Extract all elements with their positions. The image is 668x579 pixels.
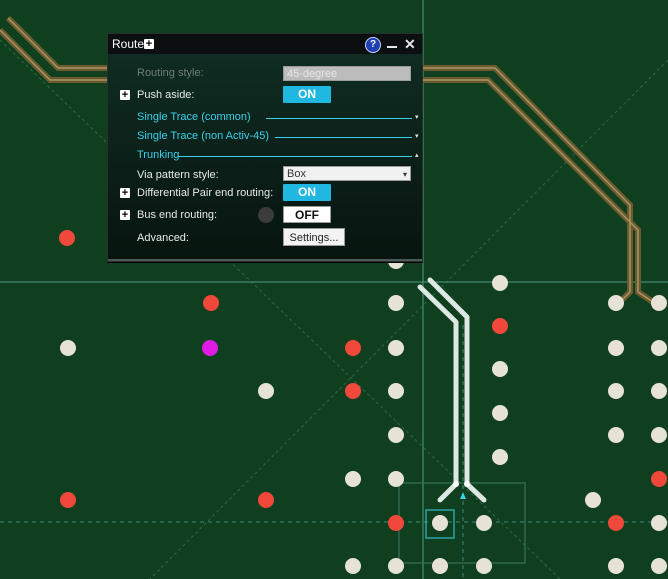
pad[interactable] — [202, 340, 218, 356]
expand-plus-icon[interactable]: + — [144, 39, 154, 50]
pad[interactable] — [492, 275, 508, 291]
panel-bottom-bar — [108, 259, 422, 261]
pad[interactable] — [345, 383, 361, 399]
bus-end-toggle[interactable]: OFF — [283, 206, 331, 223]
pad[interactable] — [651, 295, 667, 311]
pad[interactable] — [476, 558, 492, 574]
via-pattern-select[interactable]: Box ▾ — [283, 166, 411, 181]
pad[interactable] — [651, 558, 667, 574]
pad[interactable] — [585, 492, 601, 508]
diff-pair-toggle[interactable]: ON — [283, 184, 331, 201]
advanced-label: Advanced: — [137, 232, 189, 244]
panel-titlebar[interactable]: Route + ? ✕ — [108, 34, 422, 54]
pad[interactable] — [492, 405, 508, 421]
pad[interactable] — [608, 295, 624, 311]
pad[interactable] — [432, 558, 448, 574]
pad[interactable] — [388, 383, 404, 399]
pad[interactable] — [492, 449, 508, 465]
push-aside-label: Push aside: — [137, 89, 195, 101]
section-divider — [275, 137, 412, 138]
pad[interactable] — [476, 515, 492, 531]
minimize-icon[interactable] — [387, 46, 397, 48]
pad[interactable] — [388, 515, 404, 531]
push-aside-expand-icon[interactable]: + — [120, 90, 130, 101]
chevron-down-icon[interactable]: ▾ — [415, 132, 419, 140]
trace-vertex — [453, 481, 459, 487]
pad[interactable] — [608, 340, 624, 356]
pad[interactable] — [608, 558, 624, 574]
pad[interactable] — [651, 515, 667, 531]
bus-end-label: Bus end routing: — [137, 209, 218, 221]
pad[interactable] — [60, 340, 76, 356]
chevron-down-icon[interactable]: ▾ — [415, 113, 419, 121]
close-icon[interactable]: ✕ — [404, 36, 416, 53]
pad[interactable] — [345, 340, 361, 356]
settings-button[interactable]: Settings... — [283, 228, 345, 246]
help-icon[interactable]: ? — [365, 37, 381, 53]
pad[interactable] — [345, 558, 361, 574]
pad[interactable] — [258, 383, 274, 399]
diff-pair-expand-icon[interactable]: + — [120, 188, 130, 199]
pad[interactable] — [432, 515, 448, 531]
section-trunking[interactable]: Trunking — [137, 149, 179, 161]
route-panel: Route + ? ✕ Routing style: 45-degree + P… — [107, 33, 423, 262]
chevron-up-icon[interactable]: ▴ — [415, 151, 419, 159]
section-divider — [266, 118, 412, 119]
pad[interactable] — [388, 295, 404, 311]
section-single-trace-common[interactable]: Single Trace (common) — [137, 111, 251, 123]
via-pattern-value: Box — [287, 168, 306, 180]
panel-title: Route — [112, 37, 145, 51]
bus-end-expand-icon[interactable]: + — [120, 210, 130, 221]
pad[interactable] — [388, 340, 404, 356]
pad[interactable] — [651, 471, 667, 487]
mouse-cursor-icon — [258, 207, 274, 223]
pad[interactable] — [608, 427, 624, 443]
pad[interactable] — [651, 427, 667, 443]
pad[interactable] — [492, 361, 508, 377]
pad[interactable] — [608, 383, 624, 399]
routing-style-field[interactable]: 45-degree — [283, 66, 411, 81]
pad[interactable] — [60, 492, 76, 508]
pad[interactable] — [203, 295, 219, 311]
pad[interactable] — [258, 492, 274, 508]
pad[interactable] — [388, 471, 404, 487]
diff-pair-label: Differential Pair end routing: — [137, 187, 274, 199]
pad[interactable] — [345, 471, 361, 487]
section-single-trace-non-activ[interactable]: Single Trace (non Activ-45) — [137, 130, 269, 142]
section-divider — [178, 156, 412, 157]
trace-vertex — [464, 481, 470, 487]
panel-content: Routing style: 45-degree + Push aside: O… — [108, 54, 422, 261]
pad[interactable] — [608, 515, 624, 531]
pad[interactable] — [651, 383, 667, 399]
pad[interactable] — [59, 230, 75, 246]
pad[interactable] — [388, 427, 404, 443]
chevron-down-icon: ▾ — [402, 170, 407, 179]
pad[interactable] — [651, 340, 667, 356]
pad[interactable] — [388, 558, 404, 574]
routing-style-label: Routing style: — [137, 67, 204, 79]
pad[interactable] — [492, 318, 508, 334]
via-pattern-label: Via pattern style: — [137, 169, 219, 181]
push-aside-toggle[interactable]: ON — [283, 86, 331, 103]
